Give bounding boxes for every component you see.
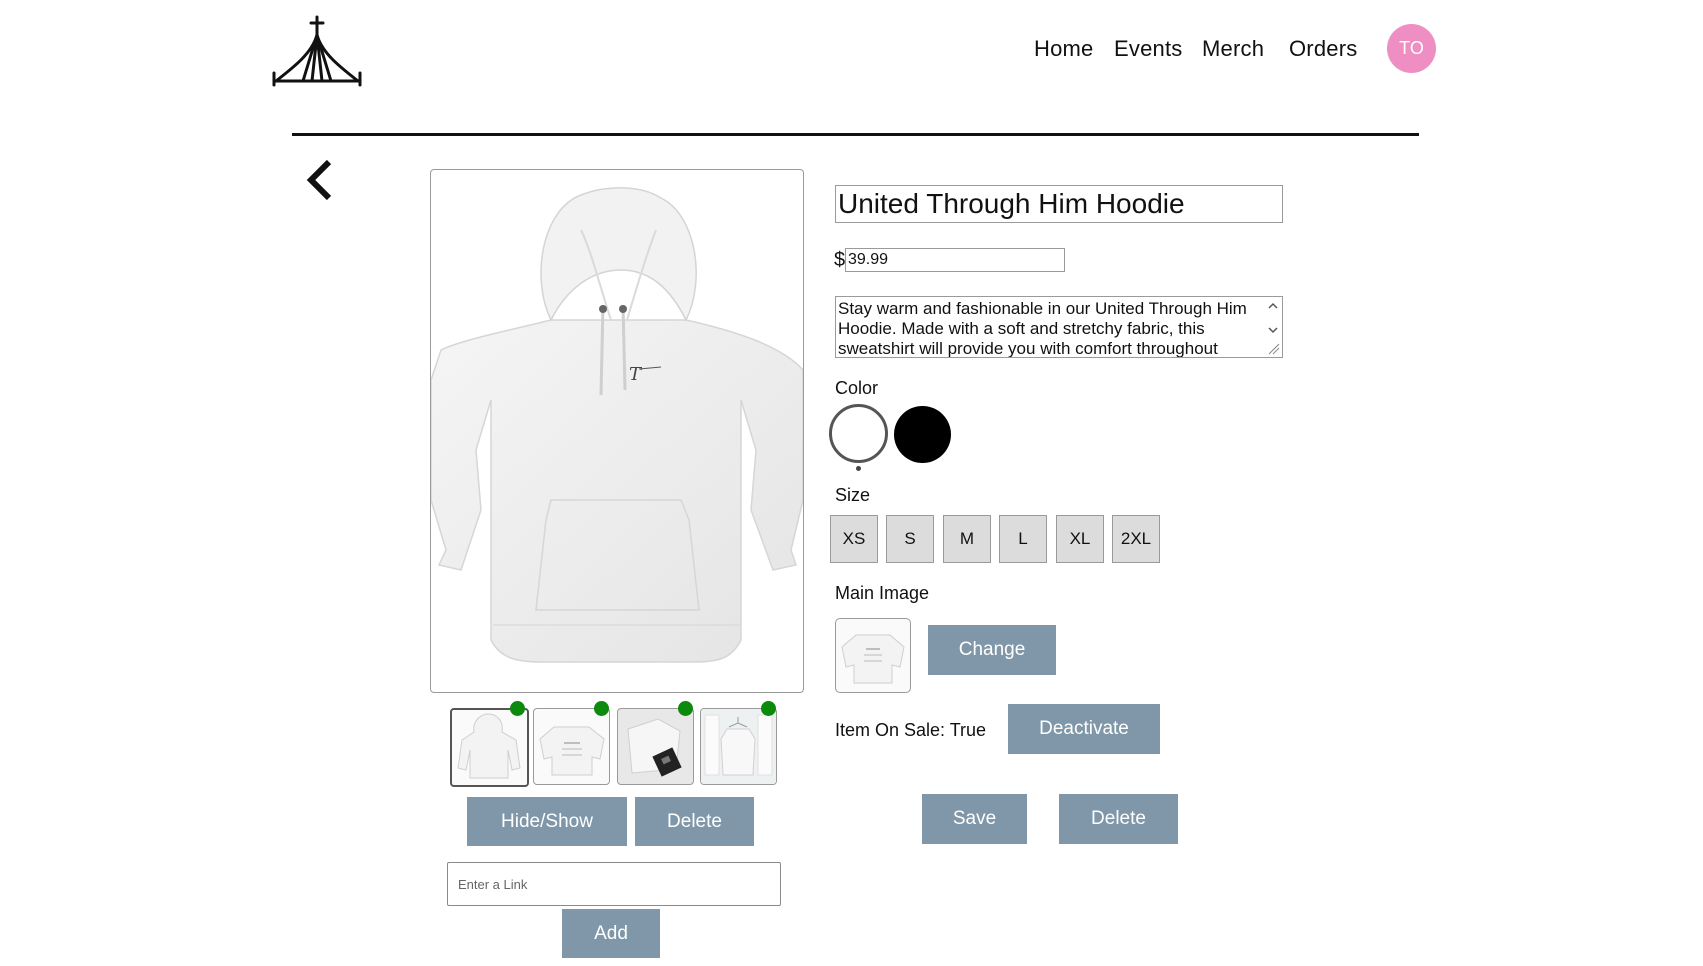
gallery-thumbnail-4[interactable] xyxy=(700,708,777,785)
main-image-thumbnail xyxy=(835,618,911,693)
size-m-button[interactable]: M xyxy=(943,515,991,563)
price-input[interactable] xyxy=(845,248,1065,272)
size-l-button[interactable]: L xyxy=(999,515,1047,563)
site-logo[interactable] xyxy=(270,15,364,87)
product-title-input[interactable] xyxy=(835,185,1283,223)
size-2xl-button[interactable]: 2XL xyxy=(1112,515,1160,563)
church-tent-logo-icon xyxy=(272,15,362,87)
add-link-button[interactable]: Add xyxy=(562,909,660,958)
delete-image-button[interactable]: Delete xyxy=(635,797,754,846)
change-main-image-button[interactable]: Change xyxy=(928,625,1056,675)
image-link-input[interactable] xyxy=(447,862,781,906)
color-swatch-black[interactable] xyxy=(894,406,951,463)
user-avatar[interactable]: TO xyxy=(1387,24,1436,73)
size-xl-button[interactable]: XL xyxy=(1056,515,1104,563)
hoodie-flat-thumbnail xyxy=(841,634,905,684)
size-s-button[interactable]: S xyxy=(886,515,934,563)
deactivate-button[interactable]: Deactivate xyxy=(1008,704,1160,754)
color-swatch-white[interactable] xyxy=(829,404,888,463)
on-sale-status: Item On Sale: True xyxy=(835,720,987,740)
size-xs-button[interactable]: XS xyxy=(830,515,878,563)
scroll-arrows-icon xyxy=(1268,302,1280,355)
gallery-thumbnail-2[interactable] xyxy=(533,708,610,785)
textarea-scrollbar[interactable] xyxy=(1265,298,1281,356)
header-divider xyxy=(292,133,1419,136)
thumbnail-status-dot xyxy=(594,701,609,716)
thumbnail-status-dot xyxy=(761,701,776,716)
delete-product-button[interactable]: Delete xyxy=(1059,794,1178,844)
back-button[interactable] xyxy=(303,156,343,204)
main-image-label: Main Image xyxy=(835,583,930,603)
currency-symbol: $ xyxy=(834,249,846,271)
description-textarea[interactable]: Stay warm and fashionable in our United … xyxy=(835,296,1283,358)
nav-merch[interactable]: Merch xyxy=(1202,36,1264,62)
main-product-image: T xyxy=(430,169,804,693)
hide-show-button[interactable]: Hide/Show xyxy=(467,797,627,846)
hoodie-image: T xyxy=(431,187,803,663)
gallery-thumbnail-3[interactable] xyxy=(617,708,694,785)
gallery-thumbnail-1[interactable] xyxy=(450,708,529,787)
nav-orders[interactable]: Orders xyxy=(1289,36,1357,62)
hoodie-with-accessories-thumbnail xyxy=(627,718,682,777)
save-button[interactable]: Save xyxy=(922,794,1027,844)
nav-home[interactable]: Home xyxy=(1034,36,1094,62)
thumbnail-status-dot xyxy=(678,701,693,716)
color-label: Color xyxy=(835,378,879,398)
size-label: Size xyxy=(835,485,871,505)
thumbnail-status-dot xyxy=(510,701,525,716)
svg-text:T: T xyxy=(629,364,643,385)
selected-color-indicator xyxy=(856,466,861,471)
hoodie-front-thumbnail xyxy=(457,713,521,779)
hoodie-on-hanger-thumbnail xyxy=(701,709,776,784)
hoodie-flat-thumbnail xyxy=(539,726,605,776)
chevron-left-icon xyxy=(306,159,332,201)
nav-events[interactable]: Events xyxy=(1114,36,1182,62)
